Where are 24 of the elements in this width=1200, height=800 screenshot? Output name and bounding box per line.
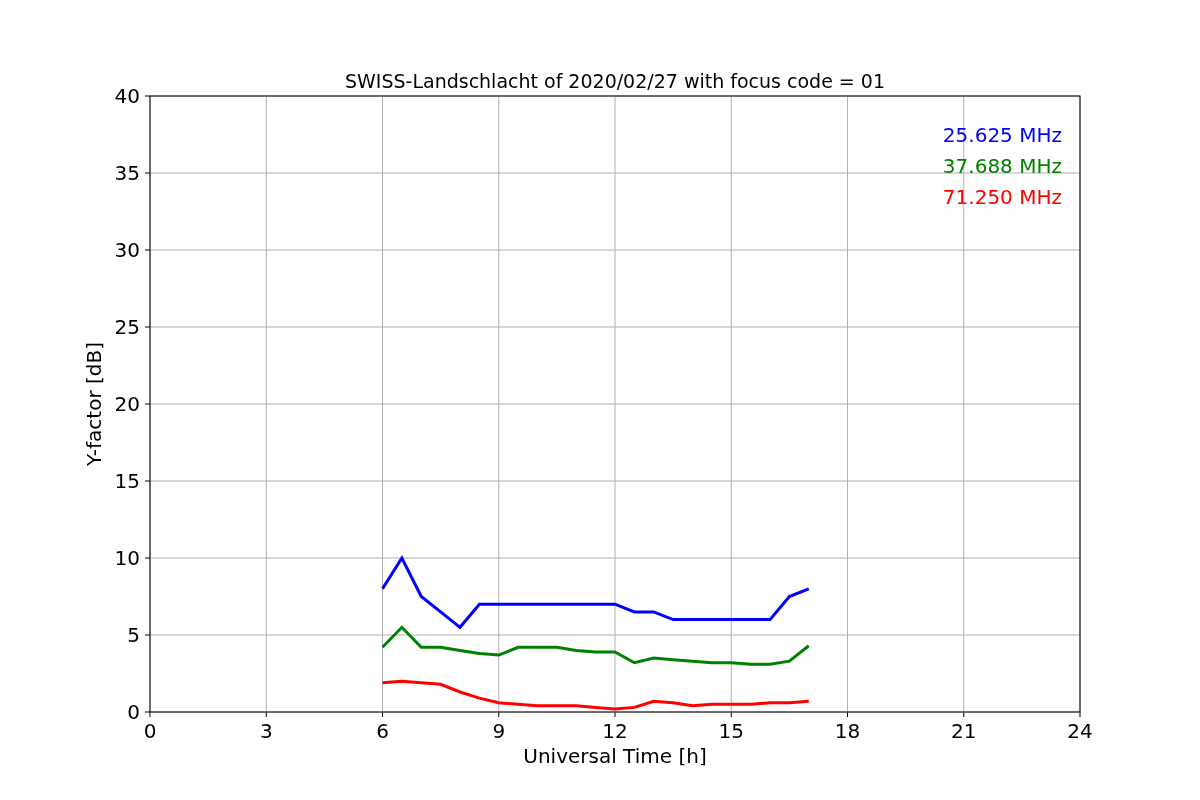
y-axis-label: Y-factor [dB] — [82, 342, 106, 466]
chart-title: SWISS-Landschlacht of 2020/02/27 with focus code = 01 — [345, 70, 885, 92]
x-tick-label: 15 — [718, 719, 744, 743]
legend-label: 25.625 MHz — [942, 123, 1062, 147]
x-tick-label: 18 — [834, 719, 861, 743]
legend-label: 37.688 MHz — [942, 154, 1062, 178]
x-tick-label: 24 — [1067, 719, 1093, 743]
y-tick-label: 10 — [114, 546, 140, 570]
x-tick-label: 9 — [492, 719, 506, 743]
y-tick-label: 5 — [127, 623, 140, 647]
y-tick-label: 30 — [114, 238, 140, 262]
y-tick-label: 15 — [114, 469, 140, 493]
y-tick-label: 0 — [127, 700, 140, 724]
y-tick-label: 20 — [114, 392, 140, 416]
x-axis-label: Universal Time [h] — [523, 744, 707, 768]
x-tick-label: 12 — [602, 719, 628, 743]
y-tick-label: 40 — [114, 84, 140, 108]
y-tick-label: 25 — [114, 315, 140, 339]
x-tick-label: 6 — [376, 719, 389, 743]
x-tick-label: 0 — [143, 719, 157, 743]
legend-label: 71.250 MHz — [942, 185, 1062, 209]
y-tick-label: 35 — [114, 161, 140, 185]
x-tick-label: 3 — [259, 719, 273, 743]
x-tick-label: 21 — [951, 719, 977, 743]
